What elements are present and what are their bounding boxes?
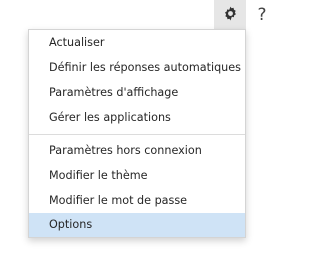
menu-item-modifier-mot-de-passe[interactable]: Modifier le mot de passe — [29, 189, 245, 213]
settings-dropdown-menu: Actualiser Définir les réponses automati… — [28, 29, 246, 238]
menu-separator — [29, 134, 245, 135]
menu-item-modifier-theme[interactable]: Modifier le thème — [29, 164, 245, 188]
top-toolbar: ? — [0, 0, 276, 30]
menu-item-parametres-affichage[interactable]: Paramètres d'affichage — [29, 81, 245, 105]
help-button[interactable]: ? — [248, 0, 276, 30]
gear-icon — [223, 6, 238, 25]
menu-item-options[interactable]: Options — [29, 213, 245, 237]
question-mark-icon: ? — [257, 5, 267, 25]
menu-item-hors-connexion[interactable]: Paramètres hors connexion — [29, 139, 245, 163]
menu-item-actualiser[interactable]: Actualiser — [29, 31, 245, 55]
menu-item-reponses-automatiques[interactable]: Définir les réponses automatiques — [29, 56, 245, 80]
app-root: ? Actualiser Définir les réponses automa… — [0, 0, 276, 272]
settings-button[interactable] — [214, 0, 246, 30]
menu-item-gerer-applications[interactable]: Gérer les applications — [29, 106, 245, 130]
